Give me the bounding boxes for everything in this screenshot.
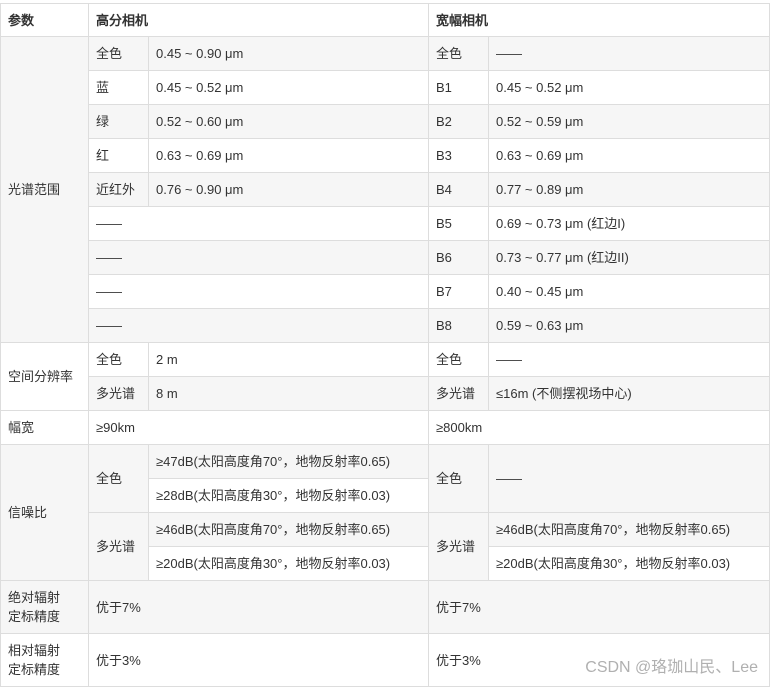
row-label-spectral: 光谱范围 <box>0 36 89 343</box>
value: ≥47dB(太阳高度角70°，地物反射率0.65) <box>147 444 430 479</box>
value: —— <box>87 240 430 275</box>
value: 0.45 ~ 0.90 μm <box>147 36 430 71</box>
value: 0.73 ~ 0.77 μm (红边II) <box>488 240 770 275</box>
label-line: 绝对辐射 <box>8 590 61 605</box>
band: 全色 <box>428 342 490 377</box>
table-row: 多光谱 8 m 多光谱 ≤16m (不侧摆视场中心) <box>1 376 770 411</box>
value: —— <box>488 444 770 513</box>
table-row: —— B8 0.59 ~ 0.63 μm <box>1 308 770 343</box>
band: B3 <box>428 138 490 173</box>
value: 0.45 ~ 0.52 μm <box>488 70 770 105</box>
value: 0.45 ~ 0.52 μm <box>147 70 430 105</box>
value: 8 m <box>147 376 430 411</box>
header-param: 参数 <box>0 3 89 37</box>
row-label-snr: 信噪比 <box>0 444 89 581</box>
value: 0.63 ~ 0.69 μm <box>147 138 430 173</box>
band: 全色 <box>428 36 490 71</box>
value: 优于7% <box>428 580 770 634</box>
row-label-resolution: 空间分辨率 <box>0 342 89 411</box>
value: 2 m <box>147 342 430 377</box>
table-row: —— B7 0.40 ~ 0.45 μm <box>1 274 770 309</box>
label-line: 相对辐射 <box>8 643 61 658</box>
band: 多光谱 <box>88 376 149 411</box>
band: B4 <box>428 172 490 207</box>
value: ≥20dB(太阳高度角30°，地物反射率0.03) <box>147 546 430 581</box>
table-row: 绿 0.52 ~ 0.60 μm B2 0.52 ~ 0.59 μm <box>1 104 770 139</box>
table-row: 信噪比 全色 ≥47dB(太阳高度角70°，地物反射率0.65) 全色 —— <box>0 444 770 581</box>
band: 多光谱 <box>428 512 490 581</box>
value: ≥46dB(太阳高度角70°，地物反射率0.65) <box>147 512 430 547</box>
band: 蓝 <box>88 70 149 105</box>
value: —— <box>87 206 430 241</box>
value: 0.52 ~ 0.59 μm <box>488 104 770 139</box>
value: ≥800km <box>428 410 770 445</box>
band: 全色 <box>88 36 149 71</box>
band: B8 <box>428 308 490 343</box>
row-label-rel-calibration: 相对辐射 定标精度 <box>0 633 89 687</box>
value: 0.69 ~ 0.73 μm (红边I) <box>488 206 770 241</box>
band: 全色 <box>88 342 149 377</box>
watermark: CSDN @珞珈山民、Lee <box>585 659 758 676</box>
band: B1 <box>428 70 490 105</box>
band: 红 <box>88 138 149 173</box>
value: 优于3% <box>87 633 430 687</box>
table-row: 幅宽 ≥90km ≥800km <box>0 410 770 445</box>
label-line: 定标精度 <box>8 662 61 677</box>
band: B5 <box>428 206 490 241</box>
table-row: 光谱范围 全色 0.45 ~ 0.90 μm 全色 —— <box>0 36 770 343</box>
band: 多光谱 <box>88 512 149 581</box>
label-line: 定标精度 <box>8 609 61 624</box>
camera-parameters-table: 参数 高分相机 宽幅相机 光谱范围 全色 0.45 ~ 0.90 μm 全色 —— … <box>0 3 770 687</box>
value: 0.63 ~ 0.69 μm <box>488 138 770 173</box>
table-row: —— B6 0.73 ~ 0.77 μm (红边II) <box>1 240 770 275</box>
value: —— <box>488 342 770 377</box>
band: 绿 <box>88 104 149 139</box>
row-label-swath: 幅宽 <box>0 410 89 445</box>
row-label-abs-calibration: 绝对辐射 定标精度 <box>0 580 89 634</box>
value: 0.40 ~ 0.45 μm <box>488 274 770 309</box>
value: —— <box>87 274 430 309</box>
value: 0.59 ~ 0.63 μm <box>488 308 770 343</box>
value: —— <box>87 308 430 343</box>
band: 多光谱 <box>428 376 490 411</box>
header-hr-camera: 高分相机 <box>87 3 430 37</box>
header-wide-camera: 宽幅相机 <box>428 3 770 37</box>
value: 0.76 ~ 0.90 μm <box>147 172 430 207</box>
table-row: 蓝 0.45 ~ 0.52 μm B1 0.45 ~ 0.52 μm <box>1 70 770 105</box>
band: 近红外 <box>88 172 149 207</box>
header-row: 参数 高分相机 宽幅相机 <box>0 3 770 37</box>
value: ≥90km <box>87 410 430 445</box>
value: 优于7% <box>87 580 430 634</box>
band: 全色 <box>428 444 490 513</box>
table-row: 近红外 0.76 ~ 0.90 μm B4 0.77 ~ 0.89 μm <box>1 172 770 207</box>
value: ≥28dB(太阳高度角30°，地物反射率0.03) <box>147 478 430 513</box>
band: B7 <box>428 274 490 309</box>
band: B2 <box>428 104 490 139</box>
table-row: 绝对辐射定标精度 优于7% 优于7% <box>0 580 770 634</box>
table-row: 空间分辨率 全色 2 m 全色 —— <box>0 342 770 411</box>
band: 全色 <box>88 444 149 513</box>
value: —— <box>488 36 770 71</box>
value: ≤16m (不侧摆视场中心) <box>488 376 770 411</box>
value: ≥46dB(太阳高度角70°，地物反射率0.65) <box>488 512 770 547</box>
value: ≥20dB(太阳高度角30°，地物反射率0.03) <box>488 546 770 581</box>
value: 0.77 ~ 0.89 μm <box>488 172 770 207</box>
table-row: 多光谱 ≥46dB(太阳高度角70°，地物反射率0.65) 多光谱 ≥46dB(… <box>1 512 770 581</box>
value: 0.52 ~ 0.60 μm <box>147 104 430 139</box>
table-row: —— B5 0.69 ~ 0.73 μm (红边I) <box>1 206 770 241</box>
table-row: 红 0.63 ~ 0.69 μm B3 0.63 ~ 0.69 μm <box>1 138 770 173</box>
band: B6 <box>428 240 490 275</box>
